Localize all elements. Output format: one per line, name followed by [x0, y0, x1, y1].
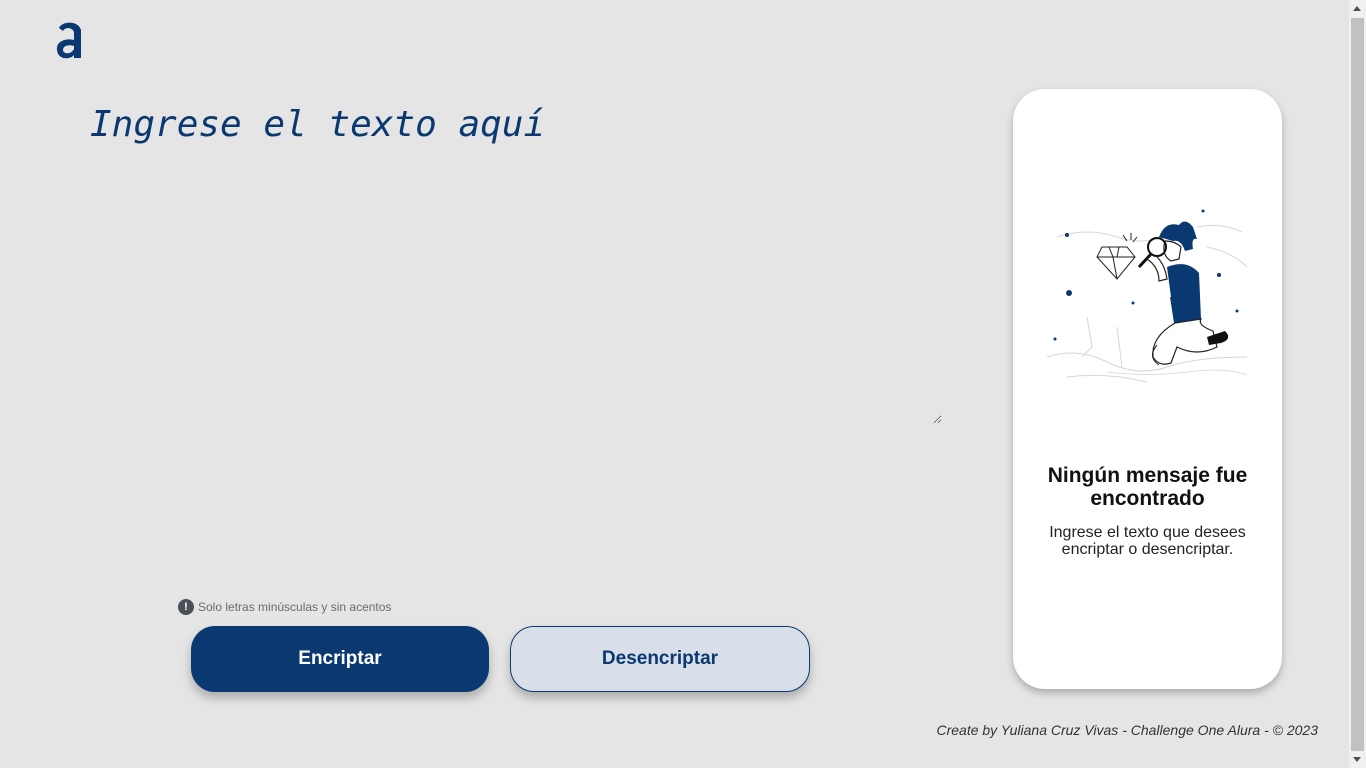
- page: ! Solo letras minúsculas y sin acentos E…: [0, 0, 1349, 768]
- text-input[interactable]: [86, 104, 942, 424]
- scrollbar-thumb[interactable]: [1351, 18, 1364, 751]
- empty-state-message: Ingrese el texto que desees encriptar o …: [1049, 524, 1246, 558]
- vertical-scrollbar[interactable]: [1349, 0, 1366, 768]
- person-with-magnifying-glass-illustration: [1047, 209, 1248, 383]
- encrypt-button[interactable]: Encriptar: [191, 626, 489, 692]
- scroll-down-icon[interactable]: [1353, 757, 1361, 762]
- output-panel: Ningún mensaje fue encontrado Ingrese el…: [1013, 89, 1282, 689]
- hint-message: ! Solo letras minúsculas y sin acentos: [178, 599, 391, 615]
- decrypt-button[interactable]: Desencriptar: [510, 626, 810, 692]
- empty-state-title: Ningún mensaje fue encontrado: [1047, 464, 1248, 510]
- scroll-up-icon[interactable]: [1353, 6, 1361, 11]
- decrypt-button-label: Desencriptar: [601, 648, 719, 669]
- alura-logo-icon[interactable]: [54, 18, 86, 62]
- exclamation-circle-icon: !: [178, 599, 194, 615]
- footer-credits: Create by Yuliana Cruz Vivas - Challenge…: [936, 722, 1318, 738]
- hint-text: Solo letras minúsculas y sin acentos: [198, 600, 392, 614]
- encrypt-button-label: Encriptar: [298, 648, 382, 669]
